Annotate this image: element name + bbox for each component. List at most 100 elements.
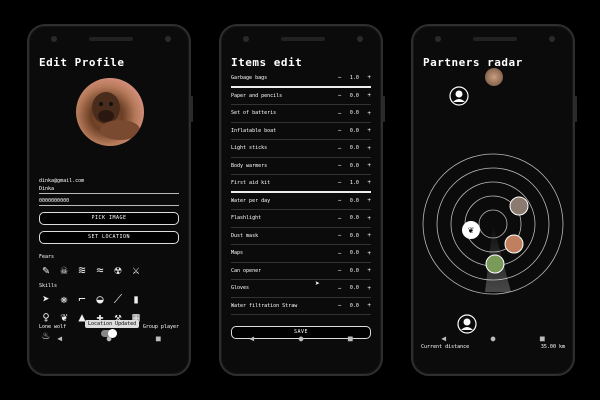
back-icon[interactable]: ◀ [441, 334, 446, 343]
fears-icons: ✎ ☠ ≋ ≈ ☢ ⚔ [39, 263, 179, 277]
item-quantity: 0.0 [349, 162, 359, 169]
pick-image-button[interactable]: PICK IMAGE [39, 212, 179, 225]
set-location-button[interactable]: SET LOCATION [39, 231, 179, 244]
item-row: Can opener −0.0 + [231, 263, 371, 280]
item-row: Maps −0.0 + [231, 245, 371, 263]
radar-display[interactable]: ❦ [419, 146, 567, 306]
item-name: Set of batteris [231, 110, 277, 117]
home-icon[interactable]: ● [107, 334, 112, 343]
plus-icon[interactable]: + [367, 232, 371, 239]
item-row: First aid kit −1.0 + [231, 175, 371, 193]
quantity-stepper: −0.0 + [338, 302, 371, 309]
minus-icon[interactable]: − [338, 92, 342, 99]
minus-icon[interactable]: − [338, 110, 342, 117]
item-quantity: 1.0 [349, 74, 359, 81]
minus-icon[interactable]: − [338, 232, 342, 239]
screen: Items edit Garbage bags −1.0 + Paper and pe… [227, 52, 375, 352]
item-row: Flashlight −0.0 + [231, 210, 371, 228]
item-name: Body warmers [231, 162, 268, 169]
item-row: Water filtration Straw −0.0 + [231, 298, 371, 315]
plus-icon[interactable]: + [367, 110, 371, 117]
item-row: Inflatable boat −0.0 + [231, 123, 371, 140]
item-quantity: 0.0 [349, 302, 359, 309]
minus-icon[interactable]: − [338, 145, 342, 152]
lollipop-icon[interactable]: ♀ [39, 310, 53, 324]
plus-icon[interactable]: + [367, 267, 371, 274]
syringe-icon[interactable]: ✎ [39, 263, 53, 277]
plus-icon[interactable]: + [367, 197, 371, 204]
home-icon[interactable]: ● [299, 334, 304, 343]
camera [435, 36, 441, 42]
skills-label: Skills [39, 283, 58, 289]
back-icon[interactable]: ◀ [57, 334, 62, 343]
fears-label: Fears [39, 254, 55, 260]
minus-icon[interactable]: − [338, 267, 342, 274]
recent-apps-icon[interactable]: ■ [540, 334, 545, 343]
minus-icon[interactable]: − [338, 197, 342, 204]
item-name: Light sticks [231, 145, 268, 152]
item-quantity: 0.0 [349, 145, 359, 152]
svg-text:❦: ❦ [468, 226, 475, 235]
minus-icon[interactable]: − [338, 285, 342, 292]
quantity-stepper: −0.0 + [338, 110, 371, 117]
minus-icon[interactable]: − [338, 302, 342, 309]
recent-apps-icon[interactable]: ■ [156, 334, 161, 343]
wind-icon[interactable]: ≋ [75, 263, 89, 277]
plus-icon[interactable]: + [367, 250, 371, 257]
profile-photo[interactable] [76, 78, 144, 146]
minus-icon[interactable]: − [338, 74, 342, 81]
quantity-stepper: −0.0 + [338, 127, 371, 134]
item-name: Maps [231, 250, 244, 257]
bullet-icon[interactable]: ▮ [129, 292, 143, 306]
item-name: Water per day [231, 197, 271, 204]
mortar-icon[interactable]: ◒ [93, 292, 107, 306]
gun-icon[interactable]: ⌐ [75, 292, 89, 306]
camera [549, 36, 555, 42]
nav-bar: ◀ ● ■ [227, 330, 375, 346]
camera [243, 36, 249, 42]
quantity-stepper: −0.0 + [338, 250, 371, 257]
item-name: Garbage bags [231, 74, 268, 81]
name-field[interactable]: Dinka [39, 186, 179, 194]
side-button [382, 96, 385, 122]
minus-icon[interactable]: − [338, 179, 342, 186]
plus-icon[interactable]: + [367, 179, 371, 186]
skull-icon[interactable]: ☠ [57, 263, 71, 277]
plus-icon[interactable]: + [367, 74, 371, 81]
plus-icon[interactable]: + [367, 215, 371, 222]
item-name: Flashlight [231, 215, 262, 222]
phone-partners-radar: Partners radar ❦ Current distance 35.00 … [411, 24, 577, 376]
dog-image [92, 92, 140, 140]
minus-icon[interactable]: − [338, 215, 342, 222]
leaf-icon[interactable]: ❦ [57, 310, 71, 324]
item-quantity: 0.0 [349, 215, 359, 222]
phone-field[interactable]: 0000000000 [39, 198, 179, 206]
quantity-stepper: −0.0 + [338, 285, 371, 292]
plus-icon[interactable]: + [367, 145, 371, 152]
item-name: Can opener [231, 267, 262, 274]
item-quantity: 1.0 [349, 179, 359, 186]
paw-icon[interactable]: ❋ [57, 292, 71, 306]
fish-icon[interactable]: ➤ [39, 292, 53, 306]
knife-icon[interactable]: ⟋ [111, 292, 125, 306]
minus-icon[interactable]: − [338, 162, 342, 169]
minus-icon[interactable]: − [338, 250, 342, 257]
waves-icon[interactable]: ≈ [93, 263, 107, 277]
quantity-stepper: −1.0 + [338, 74, 371, 81]
plus-icon[interactable]: + [367, 127, 371, 134]
plus-icon[interactable]: + [367, 92, 371, 99]
radiation-icon[interactable]: ☢ [111, 263, 125, 277]
cursor-icon: ➤ [315, 279, 320, 288]
recent-apps-icon[interactable]: ■ [348, 334, 353, 343]
home-icon[interactable]: ● [491, 334, 496, 343]
partner-photo-top[interactable] [485, 68, 503, 86]
crossed-swords-icon[interactable]: ⚔ [129, 263, 143, 277]
plus-icon[interactable]: + [367, 285, 371, 292]
plus-icon[interactable]: + [367, 162, 371, 169]
plus-icon[interactable]: + [367, 302, 371, 309]
back-icon[interactable]: ◀ [249, 334, 254, 343]
item-row: Light sticks −0.0 + [231, 140, 371, 158]
item-row: Dust mask −0.0 + [231, 228, 371, 245]
minus-icon[interactable]: − [338, 127, 342, 134]
item-name: Inflatable boat [231, 127, 277, 134]
